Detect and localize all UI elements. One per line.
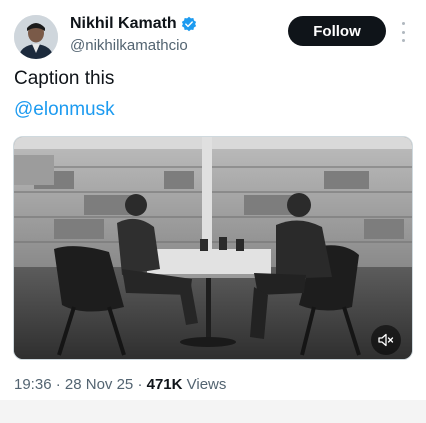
meta-separator-2: · [133, 376, 147, 393]
mute-button[interactable] [371, 325, 401, 355]
more-vertical-icon[interactable] [398, 22, 408, 42]
views-count: 471K [146, 376, 183, 393]
mention-link[interactable]: @elonmusk [14, 99, 115, 121]
author-name[interactable]: Nikhil Kamath [70, 15, 197, 33]
meta-separator: · [51, 376, 65, 393]
post-card: Nikhil Kamath @nikhilkamathcio Follow Ca… [0, 0, 426, 400]
post-time[interactable]: 19:36 [14, 376, 52, 393]
author-name-text: Nikhil Kamath [70, 15, 177, 32]
author-handle[interactable]: @nikhilkamathcio [70, 37, 188, 54]
avatar-image [14, 15, 58, 59]
speaker-muted-icon [378, 333, 394, 347]
video-frame [14, 137, 412, 359]
bottom-background [0, 400, 426, 423]
video-player[interactable] [13, 136, 413, 360]
post-meta: 19:36 · 28 Nov 25 · 471K Views [14, 376, 226, 393]
verified-badge-icon [181, 16, 196, 32]
post-date[interactable]: 28 Nov 25 [65, 376, 133, 393]
post-caption: Caption this [14, 68, 115, 89]
views-label: Views [182, 376, 227, 393]
author-avatar[interactable] [14, 15, 58, 59]
follow-button[interactable]: Follow [288, 16, 386, 46]
